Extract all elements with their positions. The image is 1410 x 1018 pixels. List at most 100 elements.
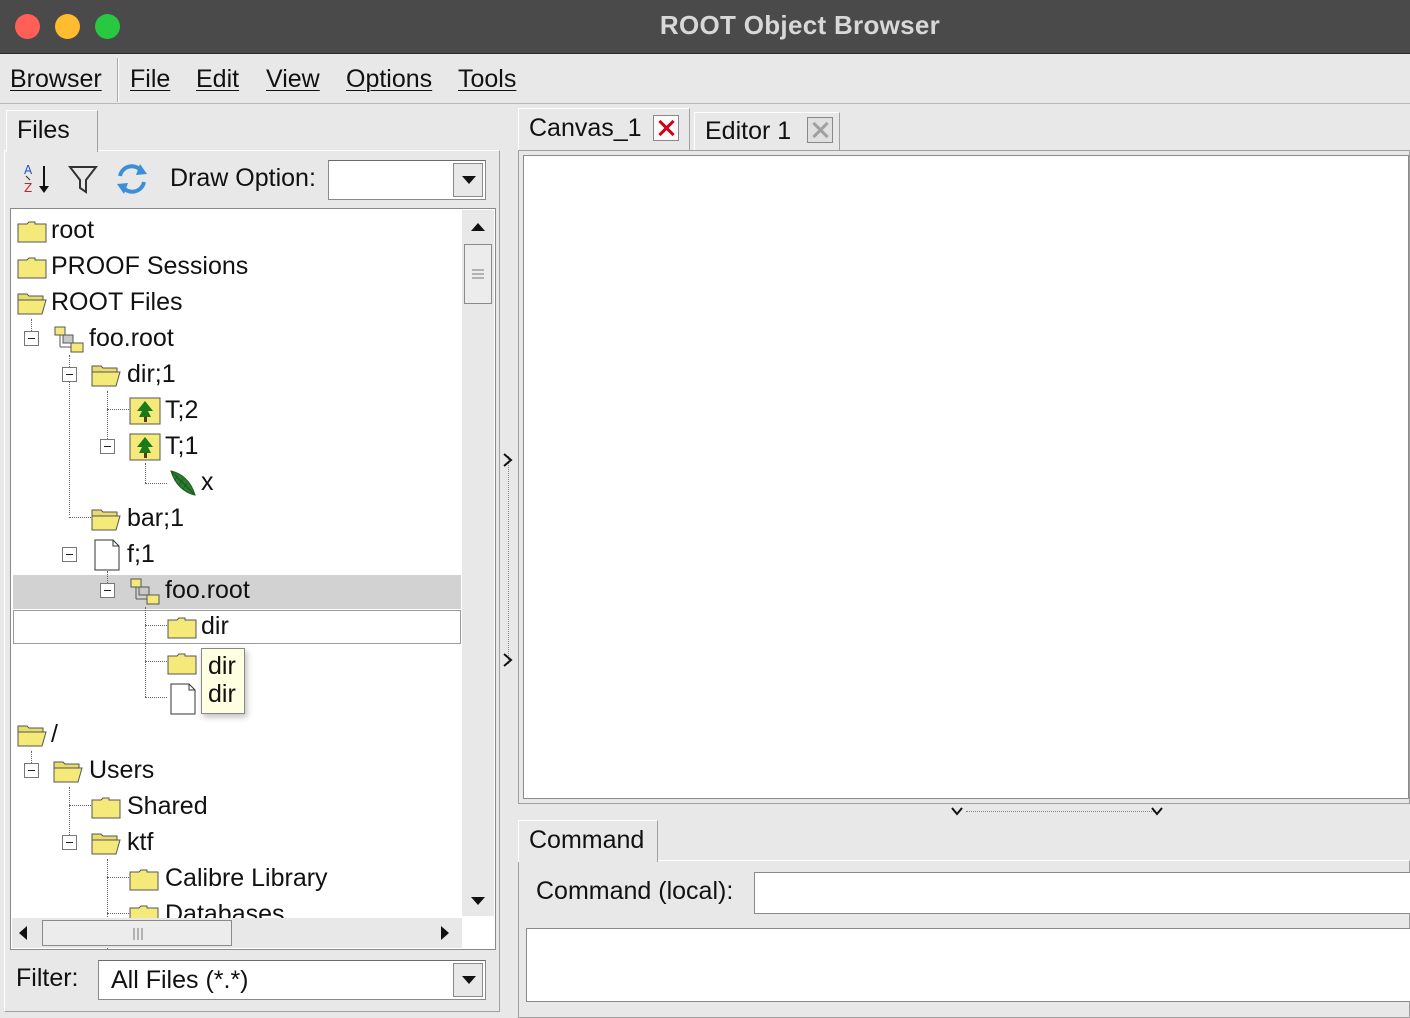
tree-line — [69, 517, 91, 518]
open-folder-icon — [17, 725, 47, 747]
tree-item-label: Calibre Library — [165, 864, 328, 892]
folder-icon — [167, 653, 197, 675]
chevron-down-icon — [951, 807, 963, 816]
tree-item-label: ROOT Files — [51, 288, 183, 316]
menu-bar: Browser File Edit View Options Tools — [0, 54, 1410, 104]
tree-horizontal-scrollbar[interactable] — [12, 918, 462, 948]
collapse-toggle[interactable] — [62, 835, 77, 850]
tab-files-label: Files — [17, 116, 70, 144]
tab-label: Editor 1 — [705, 117, 792, 145]
refresh-icon[interactable] — [114, 160, 150, 198]
scroll-right-icon[interactable] — [440, 925, 450, 941]
tree-vertical-scrollbar[interactable] — [462, 210, 494, 916]
folder-icon — [17, 257, 47, 279]
tree-item-label: / — [51, 720, 58, 748]
tree-line — [145, 463, 146, 483]
focused-row-outline — [13, 610, 461, 644]
tree-line — [69, 805, 91, 806]
folder-icon — [17, 221, 47, 243]
tree-item-label: x — [201, 468, 214, 496]
folder-icon — [167, 617, 197, 639]
close-icon[interactable] — [807, 117, 833, 143]
tree-item-label: Shared — [127, 792, 208, 820]
tree-line — [107, 409, 129, 410]
splitter-line — [966, 811, 1156, 812]
tree-item-label: T;1 — [165, 432, 199, 460]
chevron-down-icon — [1151, 807, 1163, 816]
tree-item-label: bar;1 — [127, 504, 184, 532]
horizontal-splitter[interactable] — [518, 804, 1410, 818]
root-file-icon — [130, 578, 160, 605]
tree-line — [145, 483, 167, 484]
folder-icon — [129, 869, 159, 891]
tab-files[interactable]: Files — [6, 110, 98, 152]
collapse-toggle[interactable] — [24, 763, 39, 778]
canvas-frame — [518, 150, 1410, 804]
collapse-toggle[interactable] — [100, 439, 115, 454]
tree-line — [107, 391, 108, 445]
horizontal-scroll-thumb[interactable] — [42, 920, 232, 946]
command-output — [526, 928, 1410, 1002]
collapse-toggle[interactable] — [24, 331, 39, 346]
filter-combo[interactable]: All Files (*.*) — [98, 960, 486, 1000]
filter-value: All Files (*.*) — [111, 966, 249, 994]
tree-item-label: root — [51, 216, 95, 244]
open-folder-icon — [91, 365, 121, 387]
collapse-toggle[interactable] — [62, 547, 77, 562]
window-title-bar: ROOT Object Browser — [0, 0, 1410, 54]
open-folder-icon — [17, 293, 47, 315]
scroll-down-icon[interactable] — [470, 896, 486, 906]
document-icon — [170, 683, 196, 715]
scroll-left-icon[interactable] — [18, 925, 28, 941]
grip-icon — [133, 928, 143, 940]
tab-editor-1[interactable]: Editor 1 — [694, 112, 840, 150]
close-icon[interactable] — [653, 115, 679, 141]
grip-icon — [472, 269, 484, 279]
menu-tools[interactable]: Tools — [458, 65, 516, 94]
scroll-up-icon[interactable] — [470, 222, 486, 232]
tab-label: Command — [529, 826, 645, 854]
collapse-toggle[interactable] — [100, 583, 115, 598]
sort-az-icon[interactable]: A Z — [20, 160, 56, 198]
chevron-down-icon[interactable] — [453, 963, 483, 997]
document-icon — [94, 539, 120, 571]
leaf-icon — [170, 470, 196, 496]
open-folder-icon — [91, 833, 121, 855]
tooltip-line: dir — [208, 652, 236, 680]
folder-icon — [91, 797, 121, 819]
tree-item-label: ktf — [127, 828, 154, 856]
canvas-area[interactable] — [523, 155, 1409, 799]
vertical-scroll-thumb[interactable] — [464, 244, 492, 304]
tab-canvas-1[interactable]: Canvas_1 — [518, 108, 690, 152]
draw-option-label: Draw Option: — [170, 164, 316, 192]
splitter-line — [508, 456, 509, 664]
menu-file[interactable]: File — [130, 65, 170, 94]
tree-line — [69, 787, 70, 841]
command-input[interactable] — [754, 872, 1410, 914]
funnel-icon[interactable] — [66, 160, 102, 198]
tab-label: Canvas_1 — [529, 114, 642, 142]
root-file-icon — [54, 326, 84, 353]
file-tree[interactable]: root PROOF Sessions ROOT Files foo.root … — [10, 208, 496, 950]
tree-line — [107, 913, 129, 914]
chevron-down-icon[interactable] — [453, 163, 483, 197]
tree-line — [107, 877, 129, 878]
tab-command[interactable]: Command — [518, 820, 658, 862]
menu-view[interactable]: View — [266, 65, 320, 94]
tree-item-label: Users — [89, 756, 155, 784]
tree-line — [145, 625, 167, 626]
open-folder-icon — [53, 761, 83, 783]
tree-line — [145, 661, 167, 662]
menu-browser[interactable]: Browser — [10, 65, 102, 94]
svg-text:A: A — [24, 163, 33, 177]
vertical-splitter[interactable] — [500, 110, 516, 1018]
collapse-toggle[interactable] — [62, 367, 77, 382]
tree-item-label: dir;1 — [127, 360, 176, 388]
menu-options[interactable]: Options — [346, 65, 432, 94]
menu-edit[interactable]: Edit — [196, 65, 239, 94]
tree-item-label: f;1 — [127, 540, 155, 568]
draw-option-combo[interactable] — [328, 160, 486, 200]
tree-item-label: foo.root — [165, 576, 250, 604]
command-label: Command (local): — [536, 877, 734, 905]
filter-label: Filter: — [16, 964, 79, 992]
